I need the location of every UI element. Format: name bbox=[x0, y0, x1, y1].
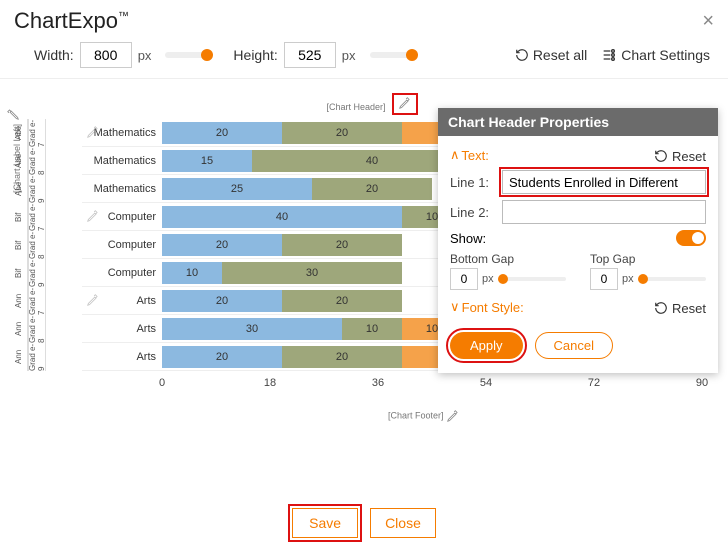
show-toggle[interactable] bbox=[676, 230, 706, 246]
cancel-button[interactable]: Cancel bbox=[535, 332, 613, 359]
bottom-gap-slider[interactable] bbox=[498, 277, 566, 281]
line1-field: Line 1: bbox=[450, 170, 706, 194]
group1-label: Bif bbox=[10, 231, 28, 259]
chart-header-properties-panel: Chart Header Properties ∧ Text: Reset Li… bbox=[438, 108, 718, 373]
reset-all-button[interactable]: Reset all bbox=[511, 47, 591, 63]
bar-segment: 20 bbox=[162, 346, 282, 368]
bottom-gap-input[interactable] bbox=[450, 268, 478, 290]
bar-segment: 20 bbox=[282, 234, 402, 256]
bar-segment: 30 bbox=[162, 318, 342, 340]
top-gap-slider[interactable] bbox=[638, 277, 706, 281]
subject-label: Mathematics bbox=[82, 175, 162, 203]
group2-label: Grad e-9 bbox=[28, 259, 46, 287]
panel-text-reset[interactable]: Reset bbox=[654, 149, 706, 164]
panel-font-section[interactable]: ∨ Font Style: Reset bbox=[450, 300, 706, 316]
x-tick: 36 bbox=[372, 377, 384, 389]
group1-label: Bif bbox=[10, 203, 28, 231]
width-slider[interactable] bbox=[165, 52, 211, 58]
close-button[interactable]: Close bbox=[370, 508, 436, 538]
chart-settings-button[interactable]: Chart Settings bbox=[597, 47, 714, 63]
save-button[interactable]: Save bbox=[292, 508, 358, 538]
x-tick: 18 bbox=[264, 377, 276, 389]
group1-label: Abe bbox=[10, 119, 28, 147]
bottom-buttons: Save Close bbox=[0, 508, 728, 538]
bar-segment: 10 bbox=[162, 262, 222, 284]
reset-all-label: Reset all bbox=[533, 47, 587, 63]
controls-bar: Width: px Height: px Reset all Chart Set… bbox=[0, 36, 728, 79]
app-title: ChartExpo™ bbox=[14, 8, 129, 34]
panel-font-reset[interactable]: Reset bbox=[654, 301, 706, 316]
subject-label: Arts bbox=[82, 287, 162, 315]
x-tick: 72 bbox=[588, 377, 600, 389]
bar-segment: 20 bbox=[282, 346, 402, 368]
subject-label: Mathematics bbox=[82, 147, 162, 175]
top-gap-label: Top Gap bbox=[590, 252, 706, 266]
width-input[interactable] bbox=[80, 42, 132, 68]
bar-segment: 20 bbox=[282, 122, 402, 144]
x-tick: 0 bbox=[159, 377, 165, 389]
app-title-text: ChartExpo bbox=[14, 8, 118, 33]
bottom-gap-label: Bottom Gap bbox=[450, 252, 566, 266]
chart-header-edit-icon[interactable] bbox=[392, 93, 418, 115]
show-field: Show: bbox=[450, 230, 706, 246]
panel-text-section[interactable]: ∧ Text: Reset bbox=[450, 148, 706, 164]
line2-label: Line 2: bbox=[450, 205, 494, 220]
line1-input[interactable] bbox=[502, 170, 706, 194]
top-gap-px: px bbox=[622, 273, 634, 285]
group2-label: Grad e-7 bbox=[28, 287, 46, 315]
show-label: Show: bbox=[450, 231, 486, 246]
bar-segment: 20 bbox=[162, 234, 282, 256]
group2-label: Grad e-8 bbox=[28, 231, 46, 259]
bar-segment: 40 bbox=[162, 206, 402, 228]
group1-label: Bif bbox=[10, 259, 28, 287]
subject-label: Arts bbox=[82, 315, 162, 343]
top-gap-input[interactable] bbox=[590, 268, 618, 290]
panel-title: Chart Header Properties bbox=[438, 108, 718, 136]
group1-label: Abe bbox=[10, 147, 28, 175]
x-tick: 90 bbox=[696, 377, 708, 389]
height-label: Height: bbox=[233, 47, 277, 63]
bar-segment: 15 bbox=[162, 150, 252, 172]
group2-label: Grad e-8 bbox=[28, 315, 46, 343]
group1-label: Ann bbox=[10, 315, 28, 343]
width-px: px bbox=[138, 48, 152, 63]
line2-field: Line 2: bbox=[450, 200, 706, 224]
subject-label: Computer bbox=[82, 203, 162, 231]
group2-label: Grad e-8 bbox=[28, 147, 46, 175]
group1-label: Ann bbox=[10, 343, 28, 371]
group2-label: Grad e-9 bbox=[28, 343, 46, 371]
bar-segment: 20 bbox=[312, 178, 432, 200]
tm-mark: ™ bbox=[118, 11, 129, 23]
group1-label: Ann bbox=[10, 287, 28, 315]
group2-label: Grad e-7 bbox=[28, 119, 46, 147]
gap-row: Bottom Gap px Top Gap px bbox=[450, 252, 706, 290]
subject-label: Computer bbox=[82, 231, 162, 259]
x-tick: 54 bbox=[480, 377, 492, 389]
bar-segment: 20 bbox=[162, 290, 282, 312]
line1-label: Line 1: bbox=[450, 175, 494, 190]
close-icon[interactable]: × bbox=[702, 10, 714, 33]
bar-segment: 25 bbox=[162, 178, 312, 200]
subject-label: Computer bbox=[82, 259, 162, 287]
height-slider[interactable] bbox=[370, 52, 416, 58]
x-axis: 0 18 36 54 72 90 bbox=[162, 377, 718, 393]
chart-footer-label[interactable]: [Chart Footer] bbox=[130, 409, 718, 423]
chart-settings-label: Chart Settings bbox=[621, 47, 710, 63]
bar-segment: 20 bbox=[162, 122, 282, 144]
bottom-gap-px: px bbox=[482, 273, 494, 285]
height-input[interactable] bbox=[284, 42, 336, 68]
height-px: px bbox=[342, 48, 356, 63]
width-label: Width: bbox=[34, 47, 74, 63]
line2-input[interactable] bbox=[502, 200, 706, 224]
subject-label: Arts bbox=[82, 343, 162, 371]
subject-label: Mathematics bbox=[82, 119, 162, 147]
group2-label: Grad e-9 bbox=[28, 175, 46, 203]
apply-button[interactable]: Apply bbox=[450, 332, 523, 359]
group1-label: Abe bbox=[10, 175, 28, 203]
group2-label: Grad e-7 bbox=[28, 203, 46, 231]
bar-segment: 30 bbox=[222, 262, 402, 284]
bar-segment: 10 bbox=[342, 318, 402, 340]
bar-segment: 20 bbox=[282, 290, 402, 312]
